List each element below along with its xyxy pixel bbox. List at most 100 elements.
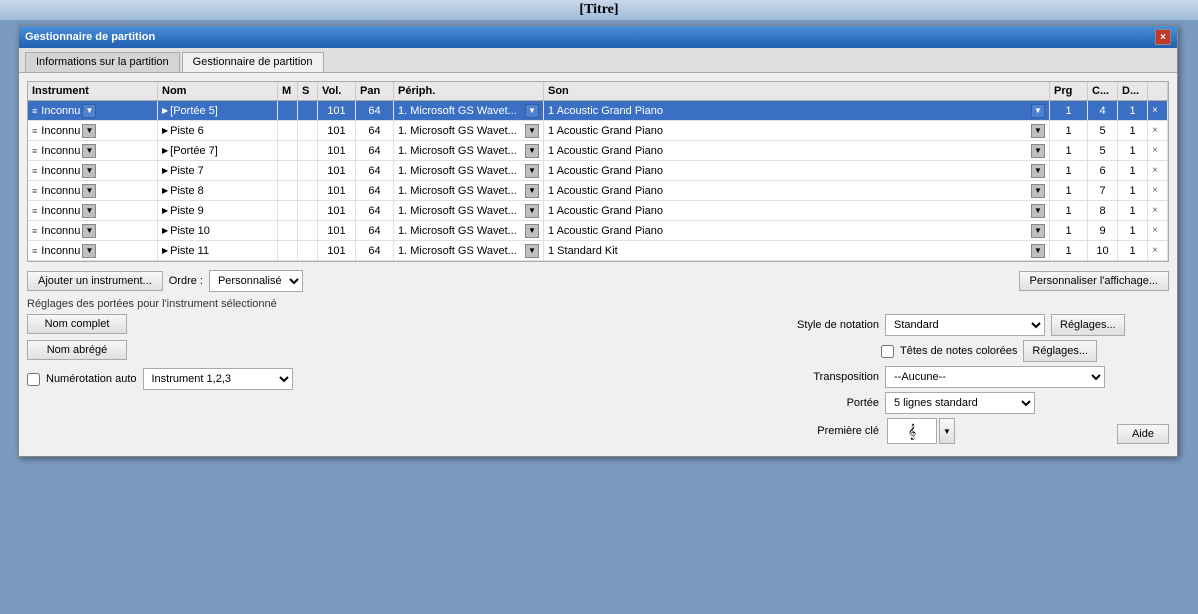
row-close-button[interactable]: × [1152, 125, 1158, 136]
play-icon: ▶ [162, 186, 168, 195]
td-close: × [1148, 241, 1168, 260]
order-select[interactable]: Personnalisé [209, 270, 303, 292]
periph-dropdown[interactable]: ▼ [525, 224, 539, 238]
style-notation-row: Style de notation Standard Réglages... [789, 314, 1169, 336]
instrument-dropdown[interactable]: ▼ [82, 164, 96, 178]
row-close-button[interactable]: × [1152, 165, 1158, 176]
periph-name: 1. Microsoft GS Wavet... [398, 225, 517, 237]
style-notation-select[interactable]: Standard [885, 314, 1045, 336]
instrument-dropdown[interactable]: ▼ [82, 224, 96, 238]
td-m [278, 241, 298, 260]
son-name: 1 Acoustic Grand Piano [548, 205, 663, 217]
row-close-button[interactable]: × [1152, 225, 1158, 236]
periph-dropdown[interactable]: ▼ [525, 144, 539, 158]
instrument-dropdown[interactable]: ▼ [82, 104, 96, 118]
son-dropdown[interactable]: ▼ [1031, 104, 1045, 118]
aide-button[interactable]: Aide [1117, 424, 1169, 444]
instrument-dropdown[interactable]: ▼ [82, 144, 96, 158]
td-son: 1 Acoustic Grand Piano ▼ [544, 161, 1050, 180]
hamburger-icon: ≡ [32, 246, 37, 256]
td-close: × [1148, 221, 1168, 240]
table-row[interactable]: ≡ Inconnu ▼ ▶ Piste 10 101 64 1. Microso… [28, 221, 1168, 241]
td-s [298, 161, 318, 180]
son-name: 1 Acoustic Grand Piano [548, 125, 663, 137]
periph-dropdown[interactable]: ▼ [525, 124, 539, 138]
son-dropdown[interactable]: ▼ [1031, 144, 1045, 158]
instrument-name: Inconnu [41, 205, 80, 217]
nom-complet-button[interactable]: Nom complet [27, 314, 127, 334]
numauto-select[interactable]: Instrument 1,2,3 [143, 368, 293, 390]
row-close-button[interactable]: × [1152, 205, 1158, 216]
table-row[interactable]: ≡ Inconnu ▼ ▶ Piste 7 101 64 1. Microsof… [28, 161, 1168, 181]
td-m [278, 101, 298, 120]
son-name: 1 Acoustic Grand Piano [548, 105, 663, 117]
row-nom: Piste 7 [170, 165, 204, 177]
son-dropdown[interactable]: ▼ [1031, 164, 1045, 178]
periph-dropdown[interactable]: ▼ [525, 204, 539, 218]
periph-dropdown[interactable]: ▼ [525, 164, 539, 178]
td-close: × [1148, 201, 1168, 220]
td-m [278, 161, 298, 180]
td-nom: ▶ Piste 7 [158, 161, 278, 180]
table-row[interactable]: ≡ Inconnu ▼ ▶ [Portée 7] 101 64 1. Micro… [28, 141, 1168, 161]
td-instrument: ≡ Inconnu ▼ [28, 121, 158, 140]
td-prg: 1 [1050, 201, 1088, 220]
instrument-dropdown[interactable]: ▼ [82, 244, 96, 258]
dialog-title: Gestionnaire de partition [25, 31, 155, 43]
reglages-notation-button[interactable]: Réglages... [1051, 314, 1125, 336]
table-row[interactable]: ≡ Inconnu ▼ ▶ Piste 11 101 64 1. Microso… [28, 241, 1168, 261]
row-close-button[interactable]: × [1152, 105, 1158, 116]
row-close-button[interactable]: × [1152, 185, 1158, 196]
instrument-dropdown[interactable]: ▼ [82, 204, 96, 218]
clef-dropdown-button[interactable]: ▼ [939, 418, 955, 444]
td-periph: 1. Microsoft GS Wavet... ▼ [394, 221, 544, 240]
td-son: 1 Acoustic Grand Piano ▼ [544, 121, 1050, 140]
col-s: S [298, 82, 318, 100]
add-instrument-button[interactable]: Ajouter un instrument... [27, 271, 163, 291]
reglages-tetes-button[interactable]: Réglages... [1023, 340, 1097, 362]
dialog-close-button[interactable]: × [1155, 29, 1171, 45]
son-dropdown[interactable]: ▼ [1031, 124, 1045, 138]
periph-dropdown[interactable]: ▼ [525, 104, 539, 118]
td-vol: 101 [318, 141, 356, 160]
td-vol: 101 [318, 201, 356, 220]
td-prg: 1 [1050, 221, 1088, 240]
table-row[interactable]: ≡ Inconnu ▼ ▶ [Portée 5] 101 64 1. Micro… [28, 101, 1168, 121]
personnaliser-button[interactable]: Personnaliser l'affichage... [1019, 271, 1169, 291]
son-dropdown[interactable]: ▼ [1031, 244, 1045, 258]
td-periph: 1. Microsoft GS Wavet... ▼ [394, 201, 544, 220]
son-dropdown[interactable]: ▼ [1031, 184, 1045, 198]
row-close-button[interactable]: × [1152, 145, 1158, 156]
row-close-button[interactable]: × [1152, 245, 1158, 256]
td-vol: 101 [318, 181, 356, 200]
tab-gestionnaire[interactable]: Gestionnaire de partition [182, 52, 324, 72]
periph-name: 1. Microsoft GS Wavet... [398, 105, 517, 117]
periph-dropdown[interactable]: ▼ [525, 244, 539, 258]
td-pan: 64 [356, 121, 394, 140]
table-row[interactable]: ≡ Inconnu ▼ ▶ Piste 8 101 64 1. Microsof… [28, 181, 1168, 201]
td-pan: 64 [356, 201, 394, 220]
table-row[interactable]: ≡ Inconnu ▼ ▶ Piste 6 101 64 1. Microsof… [28, 121, 1168, 141]
nom-abrege-button[interactable]: Nom abrégé [27, 340, 127, 360]
td-periph: 1. Microsoft GS Wavet... ▼ [394, 141, 544, 160]
portee-select[interactable]: 5 lignes standard [885, 392, 1035, 414]
tab-informations[interactable]: Informations sur la partition [25, 52, 180, 72]
instrument-dropdown[interactable]: ▼ [82, 124, 96, 138]
col-son: Son [544, 82, 1050, 100]
td-pan: 64 [356, 181, 394, 200]
app-title-bar: [Titre] [0, 0, 1198, 20]
table-row[interactable]: ≡ Inconnu ▼ ▶ Piste 9 101 64 1. Microsof… [28, 201, 1168, 221]
son-dropdown[interactable]: ▼ [1031, 224, 1045, 238]
periph-dropdown[interactable]: ▼ [525, 184, 539, 198]
td-nom: ▶ Piste 10 [158, 221, 278, 240]
numauto-checkbox[interactable] [27, 373, 40, 386]
instrument-name: Inconnu [41, 225, 80, 237]
son-dropdown[interactable]: ▼ [1031, 204, 1045, 218]
td-vol: 101 [318, 101, 356, 120]
tetes-notes-checkbox[interactable] [881, 345, 894, 358]
transposition-select[interactable]: --Aucune-- [885, 366, 1105, 388]
td-nom: ▶ Piste 11 [158, 241, 278, 260]
periph-name: 1. Microsoft GS Wavet... [398, 205, 517, 217]
td-s [298, 101, 318, 120]
instrument-dropdown[interactable]: ▼ [82, 184, 96, 198]
